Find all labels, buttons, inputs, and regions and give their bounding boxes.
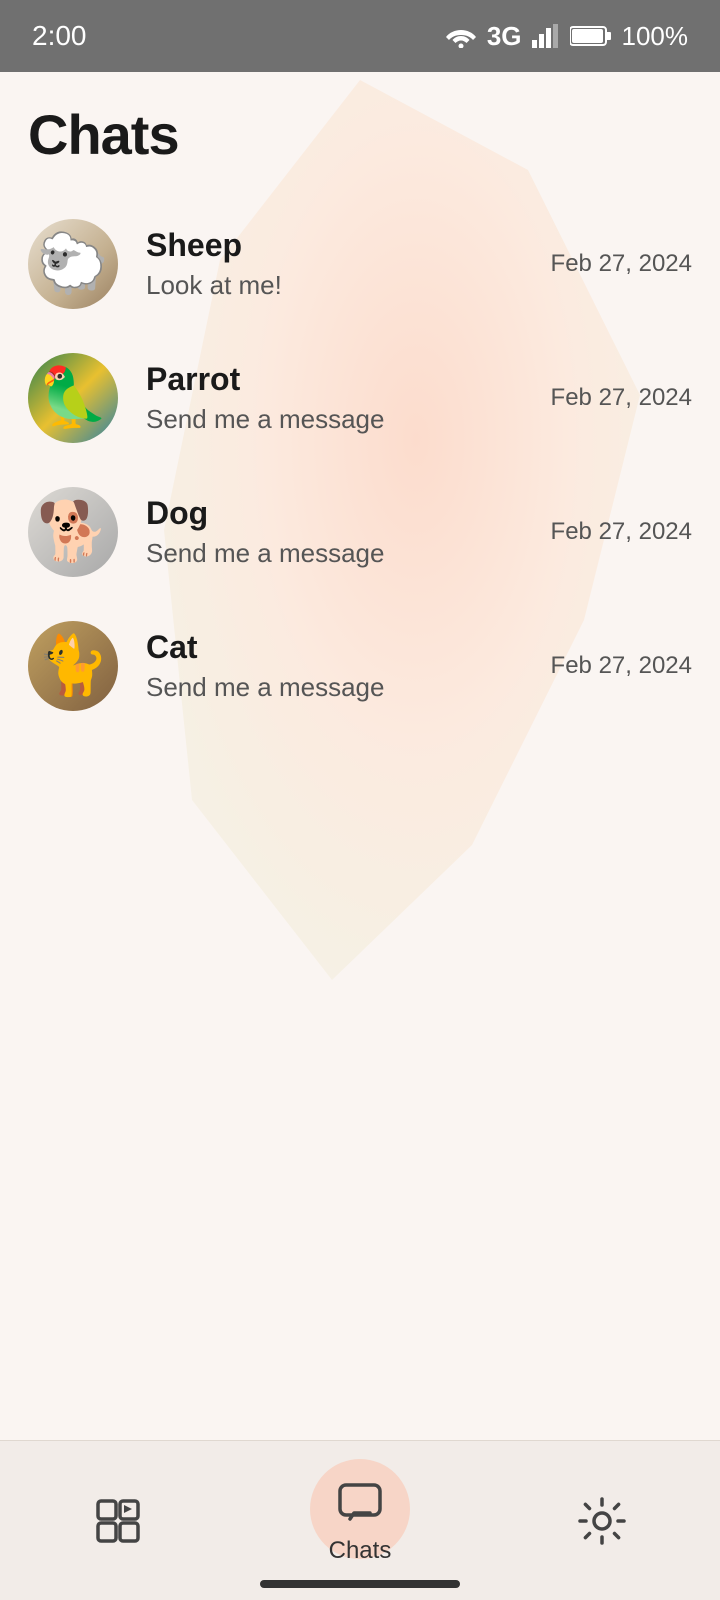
chat-name-sheep: Sheep [146, 227, 531, 264]
settings-icon [576, 1495, 628, 1547]
main-content: Chats 🐑 Sheep Look at me! Feb 27, 2024 🦜… [0, 102, 720, 913]
status-time: 2:00 [32, 20, 87, 52]
status-bar: 2:00 3G 100% [0, 0, 720, 72]
avatar-parrot: 🦜 [28, 353, 118, 443]
chat-info-dog: Dog Send me a message [146, 495, 531, 569]
chat-name-dog: Dog [146, 495, 531, 532]
chats-icon [334, 1477, 386, 1529]
chat-preview-dog: Send me a message [146, 538, 531, 569]
avatar-dog: 🐕 [28, 487, 118, 577]
chat-item-parrot[interactable]: 🦜 Parrot Send me a message Feb 27, 2024 [28, 331, 692, 465]
battery-icon [570, 25, 612, 47]
chat-date-cat: Feb 27, 2024 [551, 652, 692, 680]
chat-info-sheep: Sheep Look at me! [146, 227, 531, 301]
chat-list: 🐑 Sheep Look at me! Feb 27, 2024 🦜 Parro… [28, 197, 692, 733]
nav-item-stories[interactable] [62, 1485, 174, 1557]
status-icons: 3G 100% [445, 21, 688, 52]
nav-item-chats[interactable]: Chats [299, 1467, 422, 1575]
avatar-parrot-emoji: 🦜 [37, 369, 109, 427]
chat-item-dog[interactable]: 🐕 Dog Send me a message Feb 27, 2024 [28, 465, 692, 599]
chat-item-sheep[interactable]: 🐑 Sheep Look at me! Feb 27, 2024 [28, 197, 692, 331]
avatar-dog-emoji: 🐕 [37, 503, 109, 561]
battery-level: 100% [622, 21, 689, 52]
chat-name-cat: Cat [146, 629, 531, 666]
chat-preview-cat: Send me a message [146, 672, 531, 703]
home-indicator [260, 1580, 460, 1588]
chat-preview-parrot: Send me a message [146, 404, 531, 435]
avatar-sheep-emoji: 🐑 [37, 235, 109, 293]
nav-item-settings[interactable] [546, 1485, 658, 1557]
avatar-cat: 🐈 [28, 621, 118, 711]
chat-name-parrot: Parrot [146, 361, 531, 398]
chat-info-parrot: Parrot Send me a message [146, 361, 531, 435]
wifi-icon [445, 24, 477, 48]
chat-date-sheep: Feb 27, 2024 [551, 250, 692, 278]
signal-icon [532, 24, 560, 48]
chat-info-cat: Cat Send me a message [146, 629, 531, 703]
page-title: Chats [28, 102, 692, 167]
avatar-cat-emoji: 🐈 [37, 637, 109, 695]
chat-date-dog: Feb 27, 2024 [551, 518, 692, 546]
network-indicator: 3G [487, 21, 522, 52]
chat-date-parrot: Feb 27, 2024 [551, 384, 692, 412]
avatar-sheep: 🐑 [28, 219, 118, 309]
nav-label-chats: Chats [329, 1537, 392, 1565]
stories-icon [92, 1495, 144, 1547]
bottom-nav: Chats [0, 1440, 720, 1600]
chat-preview-sheep: Look at me! [146, 270, 531, 301]
chat-item-cat[interactable]: 🐈 Cat Send me a message Feb 27, 2024 [28, 599, 692, 733]
